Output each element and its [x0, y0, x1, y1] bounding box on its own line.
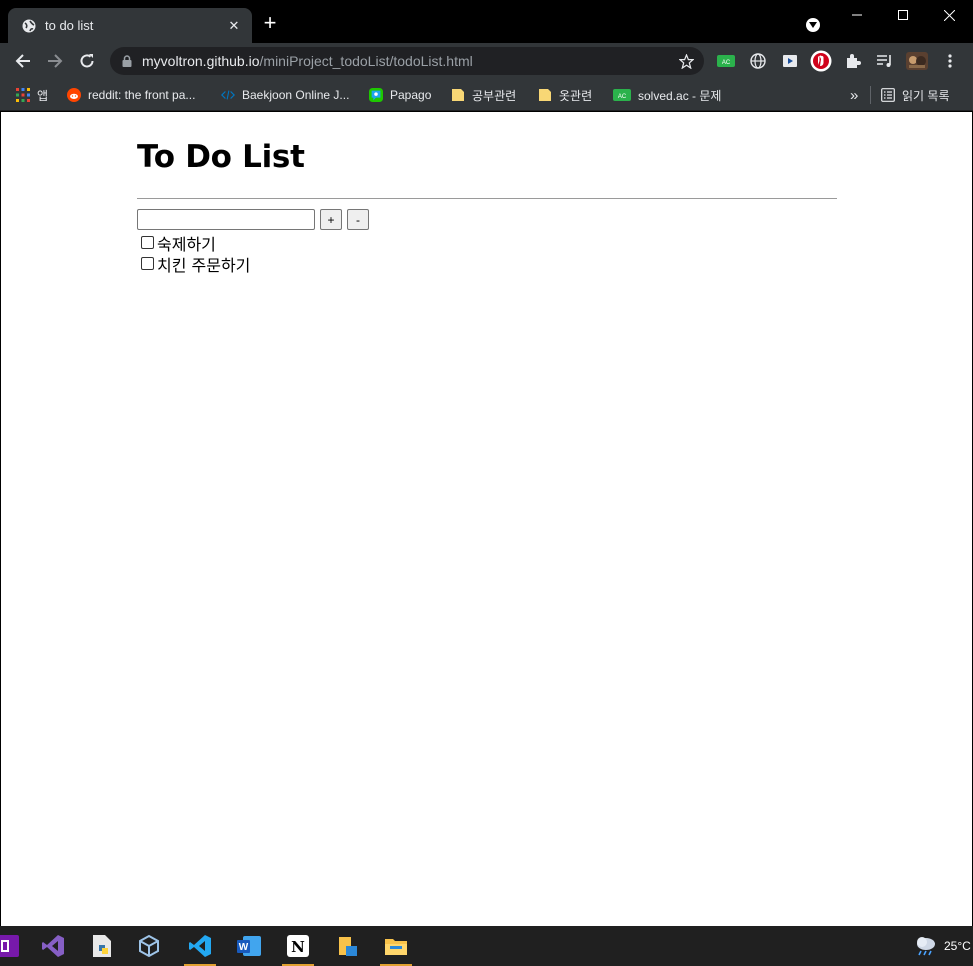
- lock-icon[interactable]: [122, 55, 132, 67]
- profile-menu-icon[interactable]: [806, 18, 820, 32]
- url-text[interactable]: myvoltron.github.io/miniProject_todoList…: [142, 53, 679, 69]
- minimize-icon[interactable]: [834, 0, 880, 30]
- svg-text:N: N: [291, 938, 305, 956]
- bookmark-papago[interactable]: Papago: [369, 85, 431, 105]
- browser-toolbar: myvoltron.github.io/miniProject_todoList…: [0, 43, 973, 79]
- page-title: To Do List: [137, 139, 305, 175]
- window-close-icon[interactable]: [926, 0, 972, 30]
- solvedac-icon: AC: [613, 89, 631, 101]
- bookmarks-overflow-button[interactable]: »: [850, 85, 858, 105]
- papago-icon: [369, 88, 383, 102]
- todo-input[interactable]: [137, 209, 315, 230]
- apps-grid-icon: [16, 88, 30, 102]
- vscode-icon[interactable]: [180, 926, 220, 966]
- bookmark-baekjoon[interactable]: Baekjoon Online J...: [221, 85, 349, 105]
- file-explorer-icon[interactable]: [376, 926, 416, 966]
- tab-title: to do list: [45, 18, 94, 33]
- list-item: 숙제하기: [141, 232, 837, 254]
- maximize-icon[interactable]: [880, 0, 926, 30]
- forward-icon[interactable]: [40, 46, 70, 76]
- notion-icon[interactable]: N: [278, 926, 318, 966]
- taskbar: W N 25°C: [0, 926, 973, 966]
- add-button[interactable]: +: [320, 209, 342, 230]
- bookmark-apps[interactable]: 앱: [16, 85, 48, 105]
- translate-globe-icon[interactable]: [747, 50, 769, 72]
- bookmark-solvedac[interactable]: AC solved.ac - 문제: [613, 85, 721, 105]
- solvedac-extension-icon[interactable]: AC: [715, 50, 737, 72]
- todo-app: To Do List + - 숙제하기 치킨 주문하기: [137, 138, 837, 275]
- onenote-icon[interactable]: [0, 926, 28, 966]
- todo-checkbox[interactable]: [141, 236, 154, 249]
- reading-list-icon: [881, 88, 895, 102]
- bookmark-folder-study[interactable]: 공부관련: [451, 85, 516, 105]
- reddit-icon: [67, 88, 81, 102]
- svg-text:AC: AC: [618, 94, 627, 100]
- todo-checkbox[interactable]: [141, 257, 154, 270]
- bookmark-star-icon[interactable]: [679, 53, 694, 69]
- list-item: 치킨 주문하기: [141, 253, 837, 275]
- adblock-icon[interactable]: [810, 50, 832, 72]
- extensions-puzzle-icon[interactable]: [842, 50, 864, 72]
- virtualbox-icon[interactable]: [129, 926, 169, 966]
- folder-icon: [452, 89, 464, 101]
- word-icon[interactable]: W: [229, 926, 269, 966]
- svg-text:W: W: [239, 942, 249, 953]
- profile-avatar[interactable]: [906, 50, 928, 72]
- divider: [137, 198, 837, 199]
- bookmark-reddit[interactable]: reddit: the front pa...: [67, 85, 195, 105]
- tab-close-icon[interactable]: ✕: [226, 18, 242, 34]
- back-icon[interactable]: [8, 46, 38, 76]
- globe-icon: [22, 19, 36, 33]
- code-icon: [221, 90, 235, 100]
- remove-button[interactable]: -: [347, 209, 369, 230]
- new-tab-button[interactable]: +: [260, 12, 280, 34]
- address-bar[interactable]: myvoltron.github.io/miniProject_todoList…: [110, 47, 704, 75]
- browser-tab[interactable]: to do list ✕: [8, 8, 252, 43]
- folder-icon: [539, 89, 551, 101]
- bookmark-folder-clothes[interactable]: 옷관련: [538, 85, 592, 105]
- reading-list-button[interactable]: 읽기 목록: [881, 85, 950, 105]
- python-file-icon[interactable]: [82, 926, 122, 966]
- svg-text:AC: AC: [722, 60, 731, 66]
- todo-form: + -: [137, 209, 837, 230]
- page-viewport: To Do List + - 숙제하기 치킨 주문하기: [1, 112, 972, 926]
- todo-text: 치킨 주문하기: [157, 255, 251, 275]
- rain-cloud-icon: [917, 937, 935, 956]
- reload-icon[interactable]: [72, 46, 102, 76]
- media-extension-icon[interactable]: [779, 50, 801, 72]
- visual-studio-icon[interactable]: [33, 926, 73, 966]
- browser-menu-icon[interactable]: [939, 50, 961, 72]
- todo-list: 숙제하기 치킨 주문하기: [141, 232, 837, 275]
- bookmarks-divider: [870, 86, 871, 104]
- file-share-icon[interactable]: [327, 926, 367, 966]
- browser-titlebar: to do list ✕ +: [0, 0, 973, 43]
- media-controls-icon[interactable]: [874, 50, 896, 72]
- bookmarks-bar: 앱 reddit: the front pa... Baekjoon Onlin…: [0, 79, 973, 111]
- weather-widget[interactable]: 25°C: [914, 935, 971, 957]
